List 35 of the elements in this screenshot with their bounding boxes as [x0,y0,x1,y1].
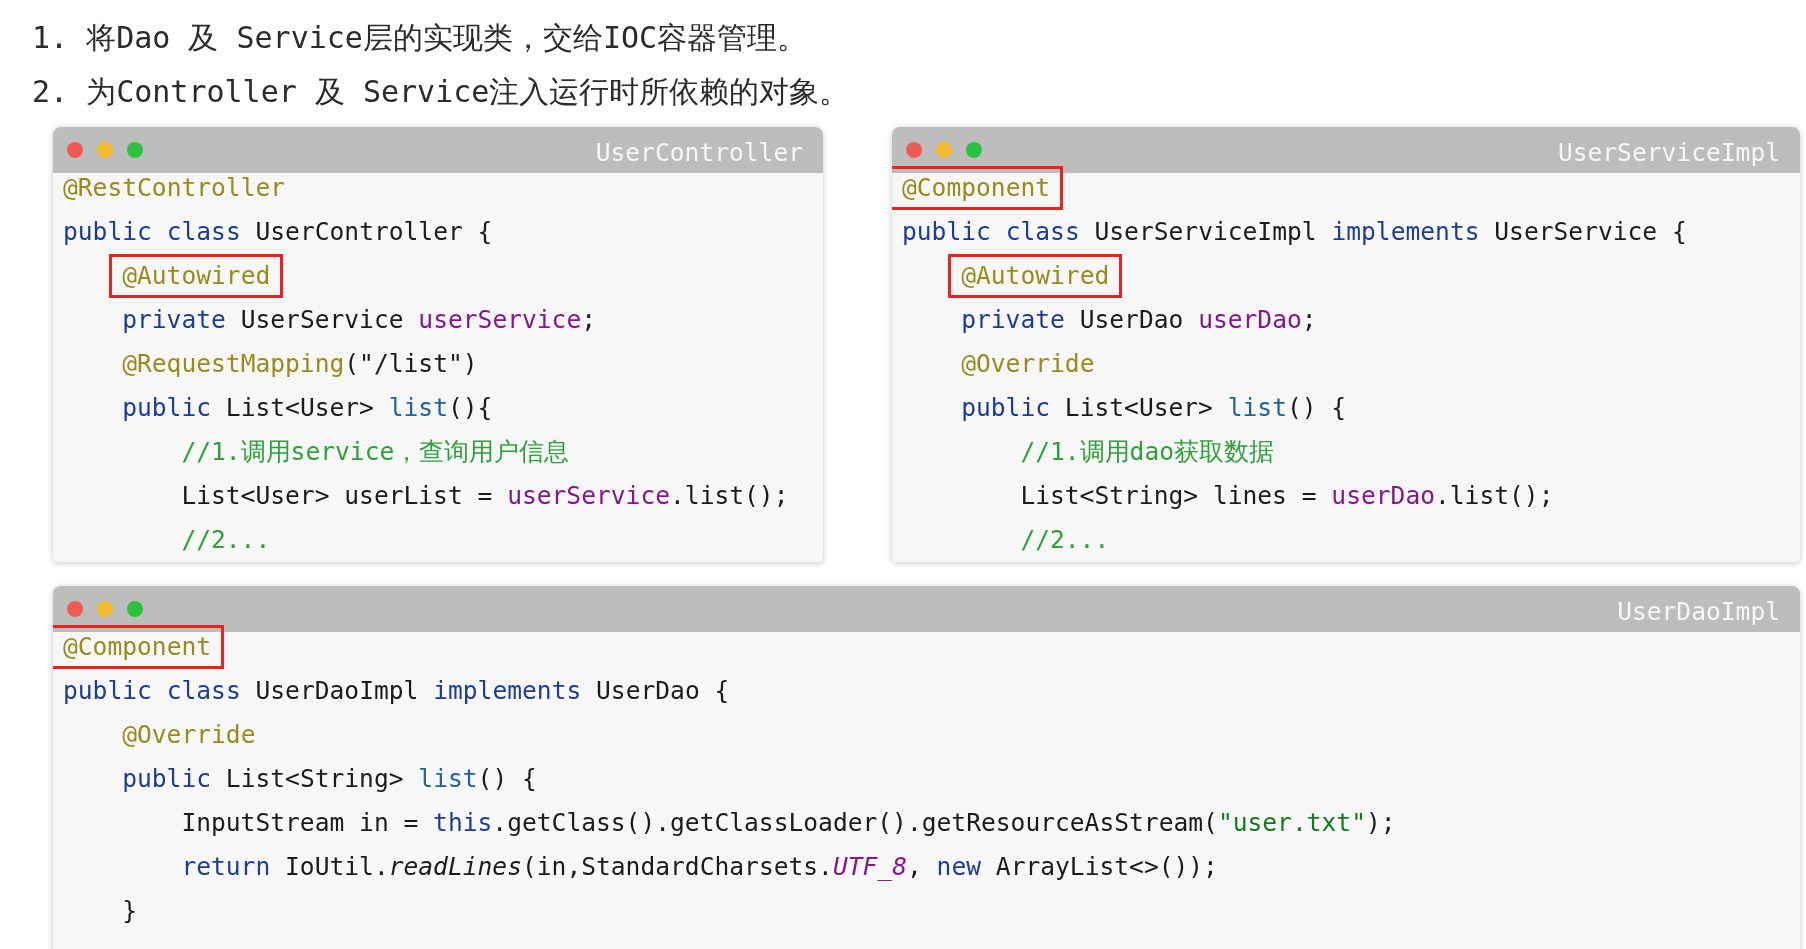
code-line: //1.调用service，查询用户信息 [181,436,570,468]
code-line: private UserService userService; [122,304,597,336]
zoom-dot-icon [127,601,143,617]
minimize-dot-icon [97,601,113,617]
window-title: UserDaoImpl [1617,597,1780,627]
code-line: public List<User> list(){ [122,392,493,424]
code-line: private UserDao userDao; [961,304,1317,336]
minimize-dot-icon [936,142,952,158]
code-line: //1.调用dao获取数据 [1020,436,1275,468]
minimize-dot-icon [97,142,113,158]
code-line: public List<User> list() { [961,392,1347,424]
zoom-dot-icon [127,142,143,158]
code-line: return IoUtil.readLines(in,StandardCharsets.UTF_8, new ArrayList<>()); [181,851,1218,883]
code-line: public class UserController { [63,216,493,248]
instruction-text: 1. 将Dao 及 Service层的实现类，交给IOC容器管理。 [32,19,809,57]
code-line: @RestController [63,172,286,204]
window-title: UserController [595,138,803,168]
code-line: List<User> userList = userService.list(); [181,480,789,512]
code-line: @RequestMapping("/list") [122,348,478,380]
window-title: UserServiceImpl [1557,138,1780,168]
close-dot-icon [67,601,83,617]
code-line: @Override [122,719,256,751]
code-line: @Override [961,348,1095,380]
close-dot-icon [906,142,922,158]
code-line: public class UserServiceImpl implements UserService { [902,216,1687,248]
code-line: public class UserDaoImpl implements UserDao { [63,675,730,707]
code-line: List<String> lines = userDao.list(); [1020,480,1554,512]
code-line: } [122,895,137,927]
code-line: //2... [181,524,271,556]
code-line: InputStream in = this.getClass().getClassLoader().getResourceAsStream("user.txt"); [181,807,1396,839]
close-dot-icon [67,142,83,158]
code-line: //2... [1020,524,1110,556]
zoom-dot-icon [966,142,982,158]
instruction-text: 2. 为Controller 及 Service注入运行时所依赖的对象。 [32,73,851,111]
code-line: public List<String> list() { [122,763,537,795]
